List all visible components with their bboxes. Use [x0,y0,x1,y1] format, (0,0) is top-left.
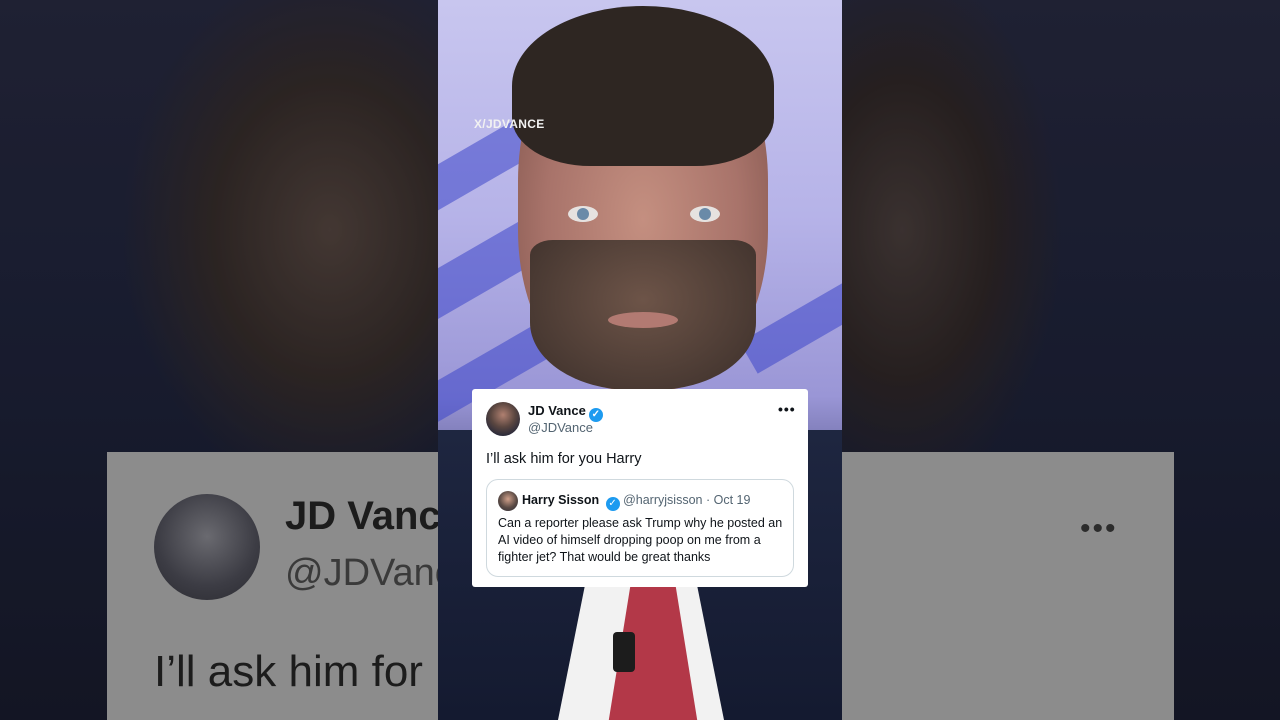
tweet-text: I’ll ask him for you Harry [486,451,642,467]
person-mouth [608,312,678,328]
quoted-author-name[interactable]: Harry Sisson [522,493,599,507]
more-options-icon[interactable]: ••• [778,401,796,417]
author-avatar[interactable] [486,402,520,436]
source-watermark: X/JDVANCE [474,117,545,131]
quoted-tweet[interactable]: Harry Sisson ✓ @harryjsisson · Oct 19 Ca… [486,479,794,577]
quoted-author-avatar[interactable] [498,491,518,511]
blurred-tweet-text: I’ll ask him for [154,647,423,696]
person-eye-left [568,206,598,222]
tweet-card[interactable]: JD Vance ✓ @JDVance ••• I’ll ask him for … [472,389,808,587]
blurred-author-name: JD Vanc [285,494,441,538]
quoted-separator: · [702,493,714,507]
lapel-microphone [613,632,635,672]
quoted-author-handle[interactable]: @harryjsisson [623,493,702,507]
author-handle[interactable]: @JDVance [528,420,593,435]
quoted-tweet-header: Harry Sisson ✓ @harryjsisson · Oct 19 [522,493,750,511]
person-eye-right [690,206,720,222]
blurred-tweet-card-right: ••• [842,452,1174,720]
quoted-tweet-text: Can a reporter please ask Trump why he p… [498,516,783,564]
blurred-avatar [154,494,260,600]
person-hair [512,6,774,166]
author-name[interactable]: JD Vance [528,403,586,418]
blurred-author-handle: @JDVanc [285,552,454,594]
quoted-date[interactable]: Oct 19 [714,493,751,507]
blurred-more-icon: ••• [1080,512,1118,545]
verified-badge-icon: ✓ [605,497,620,511]
video-frame [438,0,842,720]
